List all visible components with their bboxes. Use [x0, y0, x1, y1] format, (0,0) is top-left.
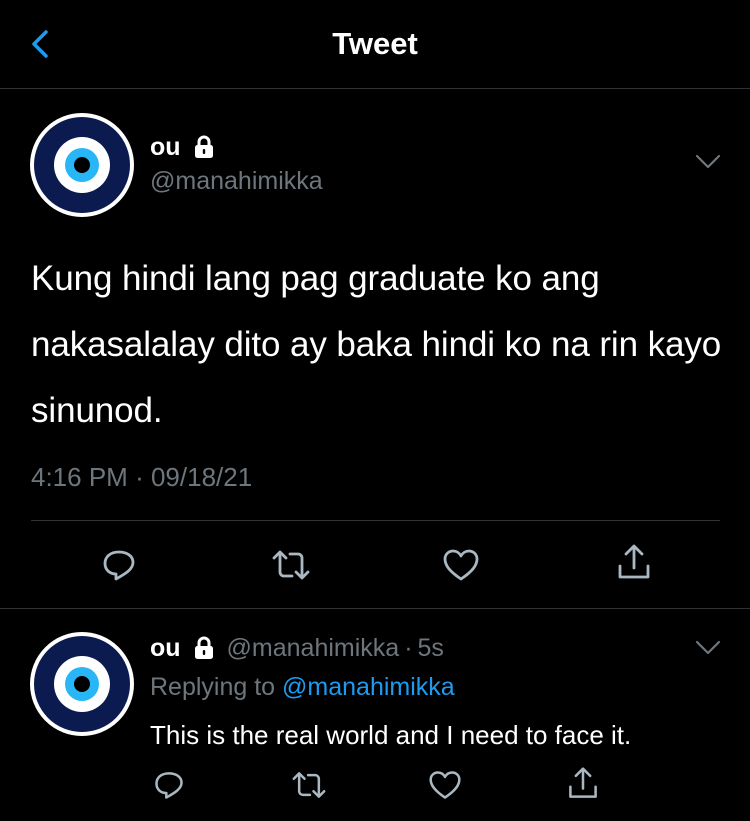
tweet-date: 09/18/21: [150, 462, 253, 492]
chevron-down-icon: [695, 154, 721, 169]
timestamp-divider: [31, 520, 720, 521]
tweet-time: 4:16 PM: [31, 462, 128, 492]
tweet-timestamp[interactable]: 4:16 PM · 09/18/21: [31, 462, 252, 493]
author-handle[interactable]: @manahimikka: [150, 167, 323, 196]
share-button[interactable]: [614, 543, 654, 583]
reply-bubble-icon: [155, 772, 183, 799]
reply-button[interactable]: [100, 546, 138, 584]
reply-text: This is the real world and I need to fac…: [150, 720, 632, 750]
reply-reply-button[interactable]: [152, 768, 186, 802]
retweet-button[interactable]: [270, 546, 312, 584]
share-icon: [618, 544, 650, 579]
timestamp-separator: ·: [135, 462, 144, 492]
reply-separator: ·: [404, 633, 413, 662]
display-name: ou: [150, 132, 181, 161]
replying-to-link[interactable]: @manahimikka: [282, 673, 455, 701]
author-name-row[interactable]: ou: [150, 131, 215, 163]
heart-icon: [443, 549, 479, 581]
replying-to-label: Replying to: [150, 673, 276, 701]
retweet-icon: [272, 550, 310, 580]
reply-age: 5s: [417, 633, 444, 662]
actions-divider: [0, 608, 750, 609]
page-title: Tweet: [332, 26, 418, 61]
replying-to-line: Replying to @manahimikka: [150, 673, 455, 702]
tweet-text: Kung hindi lang pag graduate ko ang naka…: [31, 259, 722, 430]
reply-display-name: ou: [150, 633, 181, 662]
reply-bubble-icon: [103, 550, 135, 581]
reply-handle: @manahimikka: [226, 633, 400, 662]
heart-icon: [429, 771, 461, 799]
reply-like-button[interactable]: [427, 768, 463, 802]
share-icon: [569, 767, 597, 798]
reply-header-row[interactable]: ou @manahimikka · 5s: [150, 632, 444, 664]
reply-avatar[interactable]: [30, 632, 134, 736]
lock-icon: [193, 135, 215, 159]
more-options-button[interactable]: [692, 150, 724, 172]
reply-more-options-button[interactable]: [692, 636, 724, 658]
header-divider: [0, 88, 750, 89]
reply-share-button[interactable]: [565, 766, 601, 802]
avatar[interactable]: [30, 113, 134, 217]
lock-icon: [193, 636, 215, 660]
like-button[interactable]: [441, 546, 481, 584]
chevron-down-icon: [695, 640, 721, 655]
retweet-icon: [292, 772, 326, 798]
reply-retweet-button[interactable]: [290, 768, 328, 802]
